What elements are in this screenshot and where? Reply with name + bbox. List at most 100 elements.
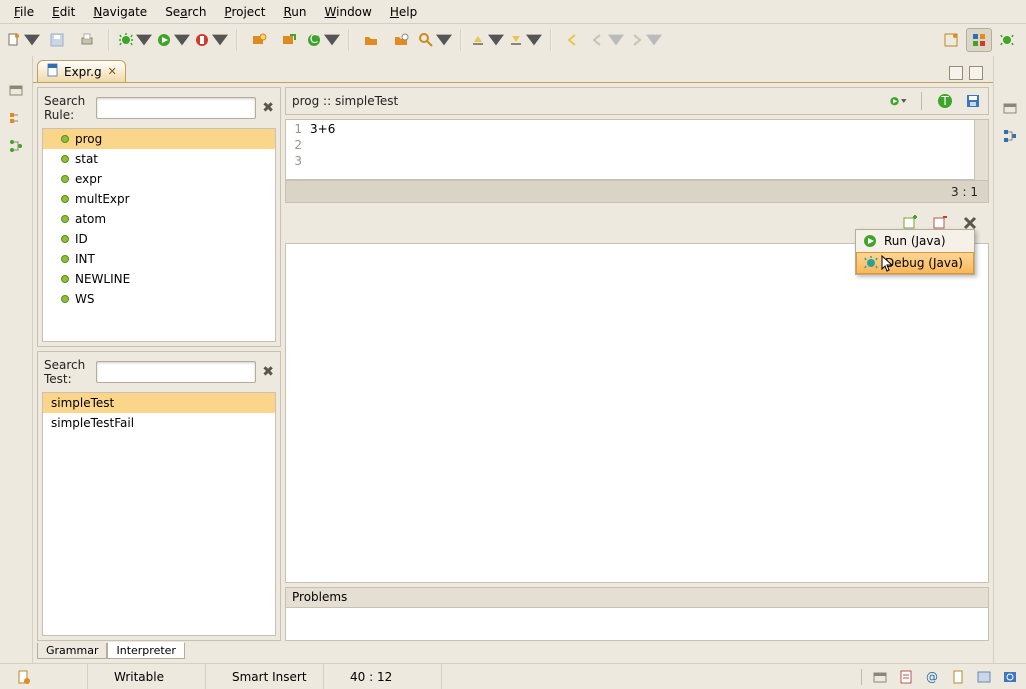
token-view-icon[interactable]: T: [936, 92, 954, 110]
test-label: simpleTestFail: [51, 416, 134, 430]
run-popup-menu: Run (Java) Debug (Java): [855, 229, 975, 275]
next-annotation-button[interactable]: [508, 28, 542, 52]
external-run-button[interactable]: [194, 28, 228, 52]
problems-title: Problems: [286, 588, 988, 608]
left-gutter: [0, 56, 32, 663]
tab-expr-g[interactable]: Expr.g ✕: [37, 60, 126, 82]
mouse-cursor-icon: [881, 255, 895, 273]
rule-label: multExpr: [75, 192, 130, 206]
perspective-java-button[interactable]: [966, 28, 992, 52]
forward-button[interactable]: [628, 28, 662, 52]
run-button[interactable]: [156, 28, 190, 52]
perspective-debug-button[interactable]: [994, 28, 1020, 52]
status-console-icon[interactable]: [976, 669, 992, 685]
tab-label: Expr.g: [64, 65, 102, 79]
menu-project[interactable]: Project: [216, 3, 273, 21]
minimize-editor-button[interactable]: [949, 66, 963, 80]
menu-search[interactable]: Search: [157, 3, 214, 21]
open-folder-button[interactable]: [358, 28, 384, 52]
test-list[interactable]: simpleTest simpleTestFail: [42, 392, 276, 636]
test-item[interactable]: simpleTest: [43, 393, 275, 413]
maximize-editor-button[interactable]: [969, 66, 983, 80]
rule-dot-icon: [61, 275, 69, 283]
menu-edit[interactable]: Edit: [44, 3, 83, 21]
menu-run[interactable]: Run: [275, 3, 314, 21]
rule-item[interactable]: WS: [43, 289, 275, 309]
editor-bottom-tabs: Grammar Interpreter: [33, 643, 993, 663]
status-search-icon[interactable]: [1002, 669, 1018, 685]
rule-item[interactable]: atom: [43, 209, 275, 229]
back-history-button[interactable]: [590, 28, 624, 52]
new-package-button[interactable]: [246, 28, 272, 52]
save-test-icon[interactable]: [964, 92, 982, 110]
save-button[interactable]: [44, 28, 70, 52]
svg-text:T: T: [940, 94, 949, 108]
perspective-open-button[interactable]: [938, 28, 964, 52]
test-label: simpleTest: [51, 396, 114, 410]
restore-right-view-icon[interactable]: [1000, 98, 1020, 118]
rule-item[interactable]: prog: [43, 129, 275, 149]
grammar-file-icon: [46, 63, 60, 80]
rule-dot-icon: [61, 235, 69, 243]
code-scrollbar[interactable]: [974, 120, 988, 180]
run-java-item[interactable]: Run (Java): [856, 230, 974, 252]
new-class-button[interactable]: C: [306, 28, 340, 52]
hierarchy-icon[interactable]: [6, 136, 26, 156]
rule-label: prog: [75, 132, 102, 146]
rule-list[interactable]: prog statexpr multExpr atomID INT NEWLINE WS: [42, 128, 276, 342]
outline-view-icon[interactable]: [1000, 126, 1020, 146]
rule-label: INT: [75, 252, 95, 266]
test-item[interactable]: simpleTestFail: [43, 413, 275, 433]
tab-grammar[interactable]: Grammar: [37, 643, 107, 659]
rule-item[interactable]: stat: [43, 149, 275, 169]
run-dropdown-button[interactable]: [889, 92, 907, 110]
main-toolbar: C: [0, 24, 1026, 56]
print-button[interactable]: [74, 28, 100, 52]
result-area: [285, 243, 989, 583]
status-doc-icon[interactable]: [950, 669, 966, 685]
back-button[interactable]: [560, 28, 586, 52]
prev-annotation-button[interactable]: [470, 28, 504, 52]
search-toolbar-button[interactable]: [418, 28, 452, 52]
menu-navigate[interactable]: Navigate: [85, 3, 155, 21]
status-at-icon[interactable]: @: [924, 669, 940, 685]
rule-dot-icon: [61, 195, 69, 203]
rule-section: Search Rule: ✖ progstatexprmultExpratomI…: [37, 87, 281, 347]
menu-window[interactable]: Window: [317, 3, 380, 21]
tab-close-icon[interactable]: ✕: [108, 65, 117, 78]
rule-item[interactable]: ID: [43, 229, 275, 249]
status-restore-icon[interactable]: [872, 669, 888, 685]
problems-panel: Problems: [285, 587, 989, 641]
clear-rule-search-icon[interactable]: ✖: [262, 100, 274, 116]
svg-text:C: C: [310, 32, 318, 46]
rule-label: NEWLINE: [75, 272, 130, 286]
code-editor[interactable]: 123 3+6 3 : 1: [285, 119, 989, 203]
svg-text:@: @: [926, 670, 938, 684]
menu-help[interactable]: Help: [382, 3, 425, 21]
bug-icon: [863, 255, 879, 271]
cursor-position: 3 : 1: [951, 185, 978, 199]
restore-view-icon[interactable]: [6, 80, 26, 100]
clear-test-search-icon[interactable]: ✖: [262, 364, 274, 380]
run-java-label: Run (Java): [884, 234, 946, 248]
status-tasks-icon[interactable]: [898, 669, 914, 685]
rule-item[interactable]: expr: [43, 169, 275, 189]
debug-java-item[interactable]: Debug (Java): [856, 252, 974, 274]
status-insert-mode: Smart Insert: [224, 664, 324, 689]
search-rule-input[interactable]: [96, 97, 256, 119]
tab-interpreter[interactable]: Interpreter: [107, 642, 184, 659]
package-explorer-icon[interactable]: [6, 108, 26, 128]
new-button[interactable]: [6, 28, 40, 52]
menu-file[interactable]: File: [6, 3, 42, 21]
rule-dot-icon: [61, 295, 69, 303]
debug-button[interactable]: [118, 28, 152, 52]
rule-label: WS: [75, 292, 94, 306]
rule-dot-icon: [61, 135, 69, 143]
status-left-icon[interactable]: [8, 664, 88, 689]
rule-item[interactable]: INT: [43, 249, 275, 269]
open-type-button[interactable]: [388, 28, 414, 52]
rule-item[interactable]: multExpr: [43, 189, 275, 209]
search-test-input[interactable]: [96, 361, 256, 383]
rule-item[interactable]: NEWLINE: [43, 269, 275, 289]
new-plugin-button[interactable]: [276, 28, 302, 52]
